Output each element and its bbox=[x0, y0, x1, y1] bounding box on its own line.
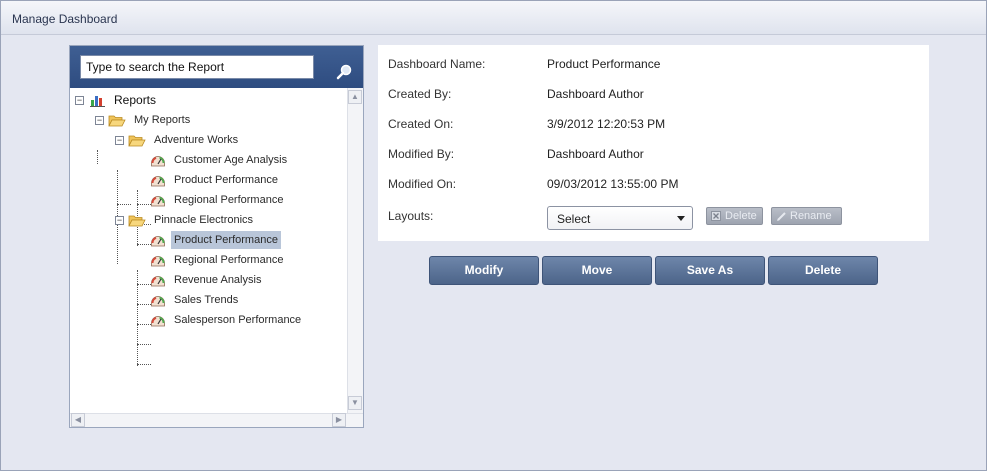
layout-delete-button[interactable]: Delete bbox=[706, 207, 763, 225]
scroll-right-icon[interactable]: ▶ bbox=[332, 413, 346, 427]
dashboard-name-label: Dashboard Name: bbox=[388, 57, 486, 71]
tree-node-report[interactable]: Product Performance bbox=[70, 171, 340, 189]
tree-node-reports[interactable]: − Reports bbox=[70, 91, 340, 109]
modified-on-label: Modified On: bbox=[388, 177, 457, 191]
folder-open-icon bbox=[128, 215, 146, 227]
layout-rename-button[interactable]: Rename bbox=[771, 207, 842, 225]
tree-node-label: Reports bbox=[114, 93, 157, 107]
tree-node-label: Salesperson Performance bbox=[174, 314, 302, 326]
tree-node-folder[interactable]: − Pinnacle Electronics bbox=[70, 211, 340, 229]
modified-by-label: Modified By: bbox=[388, 147, 455, 161]
tree-node-report[interactable]: Sales Trends bbox=[70, 291, 340, 309]
dashboard-gauge-icon bbox=[151, 276, 165, 287]
tree-node-report-selected[interactable]: Product Performance bbox=[70, 231, 340, 249]
delete-button[interactable]: Delete bbox=[768, 256, 878, 285]
window-title: Manage Dashboard bbox=[1, 1, 986, 35]
tree-node-label: My Reports bbox=[134, 114, 191, 126]
tree-horizontal-scrollbar[interactable]: ◀ ▶ bbox=[70, 413, 363, 427]
report-tree-panel: − Reports − My Reports bbox=[69, 45, 364, 428]
tree-node-label: Pinnacle Electronics bbox=[154, 214, 254, 226]
tree-node-label: Regional Performance bbox=[174, 254, 284, 266]
tree-vertical-scrollbar[interactable]: ▲ ▼ bbox=[347, 88, 363, 413]
created-by-label: Created By: bbox=[388, 87, 452, 101]
search-input[interactable] bbox=[80, 55, 314, 79]
tree-node-label: Regional Performance bbox=[174, 194, 284, 206]
dashboard-gauge-icon bbox=[151, 196, 165, 207]
tree-node-report[interactable]: Revenue Analysis bbox=[70, 271, 340, 289]
folder-open-icon bbox=[108, 115, 126, 127]
scroll-left-icon[interactable]: ◀ bbox=[71, 413, 85, 427]
dashboard-name-value: Product Performance bbox=[547, 57, 661, 71]
search-bar bbox=[70, 46, 363, 88]
dashboard-details-panel: Dashboard Name: Product Performance Crea… bbox=[378, 45, 929, 241]
scroll-up-icon[interactable]: ▲ bbox=[348, 90, 362, 104]
tree-node-folder[interactable]: − Adventure Works bbox=[70, 131, 340, 149]
move-button[interactable]: Move bbox=[542, 256, 652, 285]
delete-x-icon bbox=[711, 211, 721, 221]
tree-node-label: Adventure Works bbox=[154, 134, 239, 146]
collapse-icon[interactable]: − bbox=[115, 136, 124, 145]
folder-open-icon bbox=[128, 135, 146, 147]
tree-node-label: Product Performance bbox=[171, 231, 281, 249]
manage-dashboard-window: Manage Dashboard Type to search the Repo… bbox=[0, 0, 987, 471]
dashboard-gauge-icon bbox=[151, 296, 165, 307]
dashboard-gauge-icon bbox=[151, 156, 165, 167]
tree-node-label: Product Performance bbox=[174, 174, 278, 186]
dashboard-gauge-icon bbox=[151, 256, 165, 267]
modified-by-value: Dashboard Author bbox=[547, 147, 644, 161]
created-on-label: Created On: bbox=[388, 117, 454, 131]
scroll-down-icon[interactable]: ▼ bbox=[348, 396, 362, 410]
tree-node-report[interactable]: Salesperson Performance bbox=[70, 311, 340, 329]
tree-node-label: Sales Trends bbox=[174, 294, 239, 306]
layout-delete-label: Delete bbox=[725, 210, 757, 222]
dashboard-gauge-icon bbox=[151, 236, 165, 247]
layouts-label: Layouts: bbox=[388, 209, 434, 223]
layouts-selected-value: Select bbox=[557, 212, 591, 226]
pencil-icon bbox=[777, 212, 786, 221]
collapse-icon[interactable]: − bbox=[75, 96, 84, 105]
tree-node-report[interactable]: Regional Performance bbox=[70, 191, 340, 209]
dashboard-gauge-icon bbox=[151, 176, 165, 187]
tree-node-label: Customer Age Analysis bbox=[174, 154, 288, 166]
layout-rename-label: Rename bbox=[790, 210, 832, 222]
save-as-button[interactable]: Save As bbox=[655, 256, 765, 285]
tree-node-report[interactable]: Customer Age Analysis bbox=[70, 151, 340, 169]
layouts-select[interactable]: Select bbox=[547, 206, 693, 230]
tree-node-my-reports[interactable]: − My Reports bbox=[70, 111, 340, 129]
tree-node-report[interactable]: Regional Performance bbox=[70, 251, 340, 269]
chevron-down-icon bbox=[677, 216, 685, 221]
dashboard-gauge-icon bbox=[151, 316, 165, 327]
search-icon[interactable] bbox=[336, 63, 354, 81]
modify-button[interactable]: Modify bbox=[429, 256, 539, 285]
report-tree: − Reports − My Reports − Adventure Works… bbox=[70, 88, 347, 413]
collapse-icon[interactable]: − bbox=[115, 216, 124, 225]
reports-chart-icon bbox=[90, 96, 105, 107]
tree-node-label: Revenue Analysis bbox=[174, 274, 262, 286]
modified-on-value: 09/03/2012 13:55:00 PM bbox=[547, 177, 679, 191]
created-on-value: 3/9/2012 12:20:53 PM bbox=[547, 117, 666, 131]
created-by-value: Dashboard Author bbox=[547, 87, 644, 101]
collapse-icon[interactable]: − bbox=[95, 116, 104, 125]
